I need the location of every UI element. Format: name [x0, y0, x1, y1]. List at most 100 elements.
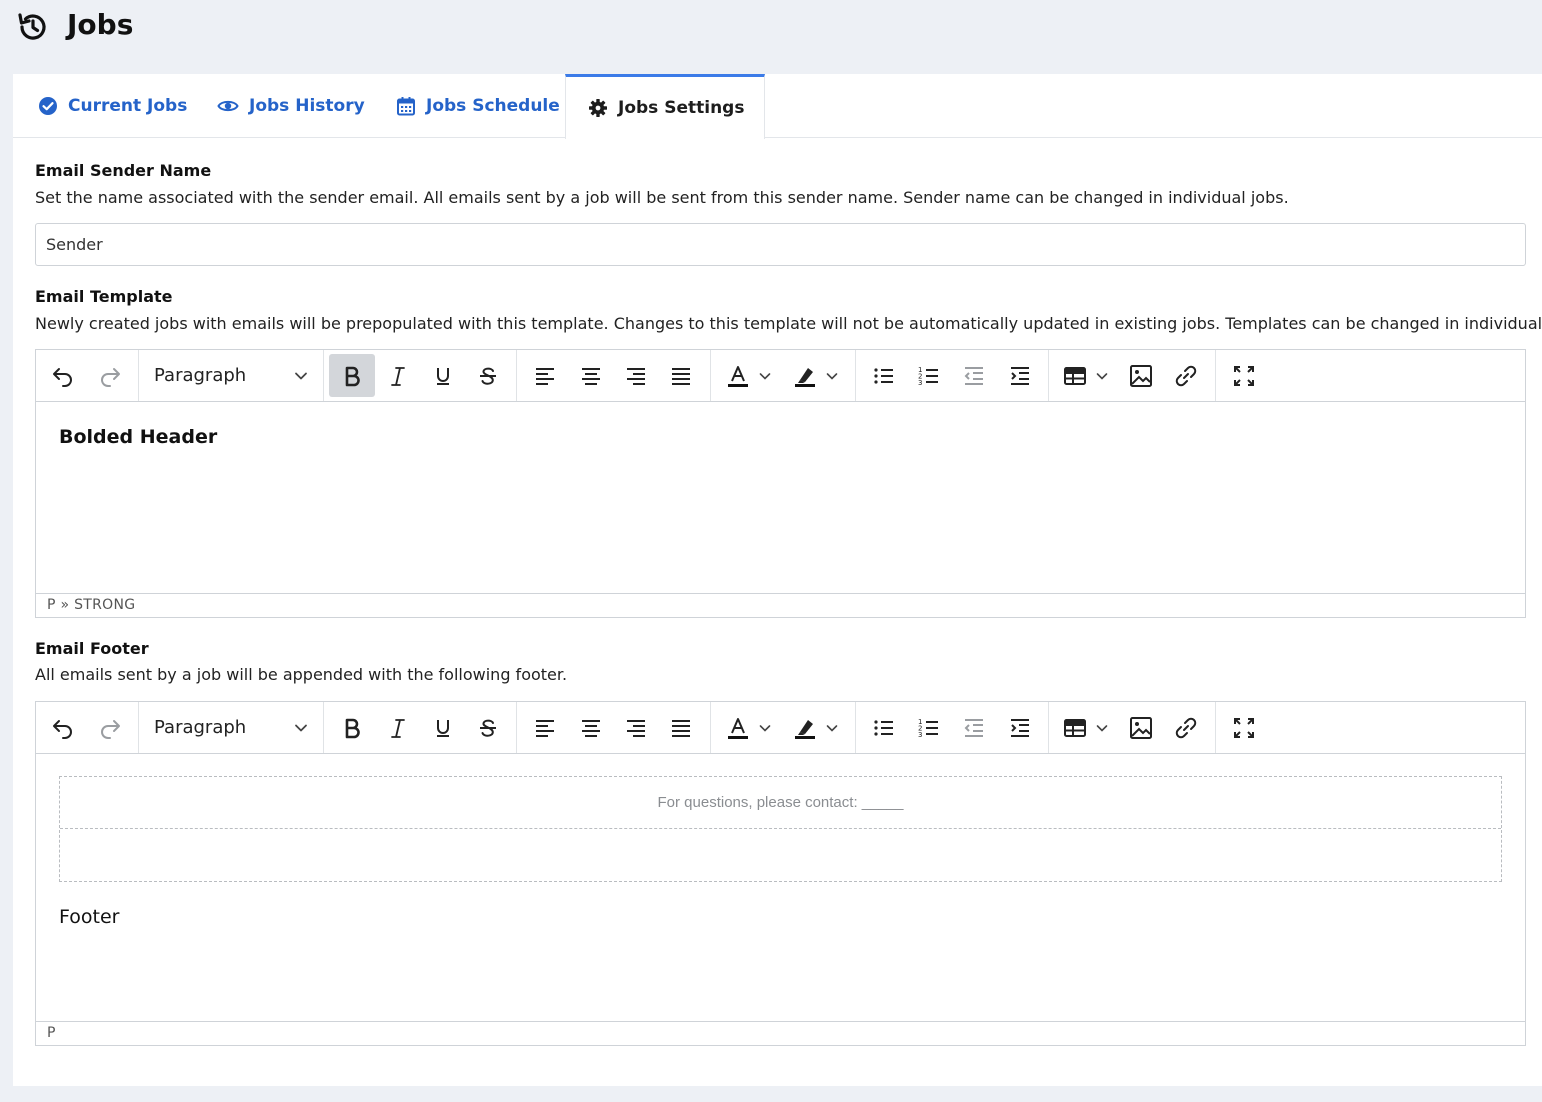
footer-editor: Paragraph 1 2 3 For questions, please co…	[35, 701, 1526, 1046]
template-content-area[interactable]: Bolded Header	[36, 402, 1525, 594]
underline-icon	[437, 719, 449, 737]
highlight-color-button[interactable]	[792, 354, 838, 397]
highlighter-icon	[795, 719, 815, 739]
bullet-list-button[interactable]	[861, 354, 907, 397]
table-icon	[1064, 718, 1086, 737]
footer-table[interactable]: For questions, please contact: _____	[59, 776, 1502, 882]
redo-icon	[101, 719, 120, 739]
page-title: Jobs	[67, 8, 134, 41]
chevron-down-icon	[759, 372, 771, 380]
align-justify-button[interactable]	[658, 706, 704, 749]
tab-label: Jobs Settings	[618, 98, 745, 118]
bullet-list-button[interactable]	[861, 706, 907, 749]
redo-button[interactable]	[87, 706, 133, 749]
highlight-color-button[interactable]	[792, 706, 838, 749]
underline-button[interactable]	[420, 354, 466, 397]
template-editor: Paragraph 1 2 3 Bolded Header P » STRONG	[35, 349, 1526, 618]
numbered-list-icon: 123	[918, 366, 938, 387]
table-button[interactable]	[1062, 706, 1108, 749]
table-icon	[1064, 366, 1086, 385]
outdent-icon	[964, 366, 983, 385]
align-center-button[interactable]	[568, 354, 614, 397]
align-right-button[interactable]	[613, 354, 659, 397]
indent-icon	[1011, 718, 1029, 737]
align-left-button[interactable]	[522, 354, 568, 397]
undo-icon	[53, 367, 72, 387]
underline-button[interactable]	[420, 706, 466, 749]
insert-link-button[interactable]	[1163, 354, 1209, 397]
align-right-icon	[627, 367, 645, 385]
check-circle-icon	[39, 97, 57, 115]
redo-button[interactable]	[87, 354, 133, 397]
align-center-button[interactable]	[568, 706, 614, 749]
align-justify-button[interactable]	[658, 354, 704, 397]
indent-button[interactable]	[997, 706, 1043, 749]
sender-name-description: Set the name associated with the sender …	[35, 188, 1289, 207]
bullet-list-icon	[874, 367, 893, 384]
align-center-icon	[582, 367, 600, 385]
svg-text:3: 3	[918, 731, 922, 739]
align-right-button[interactable]	[613, 706, 659, 749]
insert-image-button[interactable]	[1118, 706, 1164, 749]
italic-button[interactable]	[375, 354, 421, 397]
align-left-button[interactable]	[522, 706, 568, 749]
eye-icon	[217, 100, 239, 112]
tab-bar: Current Jobs Jobs History Jobs Schedule …	[13, 74, 1542, 139]
outdent-icon	[964, 718, 983, 737]
tab-jobs-settings[interactable]: Jobs Settings	[565, 74, 766, 139]
bold-button[interactable]	[329, 354, 375, 397]
insert-link-button[interactable]	[1163, 706, 1209, 749]
fullscreen-button[interactable]	[1221, 354, 1267, 397]
align-justify-icon	[672, 367, 690, 385]
link-icon	[1175, 365, 1197, 386]
footer-table-cell[interactable]: For questions, please contact: _____	[60, 777, 1501, 829]
text-color-button[interactable]	[725, 354, 771, 397]
page-header: Jobs	[0, 0, 1542, 56]
italic-icon	[391, 366, 405, 386]
footer-element-path: P	[36, 1021, 1525, 1045]
numbered-list-button[interactable]: 123	[906, 706, 952, 749]
fullscreen-icon	[1234, 717, 1254, 738]
strikethrough-icon	[480, 719, 496, 737]
strikethrough-button[interactable]	[465, 354, 511, 397]
template-title: Email Template	[35, 287, 173, 306]
chevron-down-icon	[826, 372, 838, 380]
sender-name-input[interactable]	[35, 223, 1526, 266]
table-button[interactable]	[1062, 354, 1108, 397]
footer-description: All emails sent by a job will be appende…	[35, 665, 568, 684]
bold-button[interactable]	[329, 706, 375, 749]
italic-icon	[391, 718, 405, 738]
strikethrough-button[interactable]	[465, 706, 511, 749]
footer-content-area[interactable]: For questions, please contact: _____ Foo…	[36, 754, 1525, 1022]
tab-jobs-schedule[interactable]: Jobs Schedule	[396, 74, 560, 138]
block-format-value: Paragraph	[154, 365, 247, 386]
bold-icon	[345, 366, 360, 386]
template-bold-header: Bolded Header	[59, 426, 218, 448]
align-center-icon	[582, 719, 600, 737]
indent-icon	[1011, 366, 1029, 385]
numbered-list-button[interactable]: 123	[906, 354, 952, 397]
italic-button[interactable]	[375, 706, 421, 749]
chevron-down-icon	[1096, 372, 1108, 380]
text-color-button[interactable]	[725, 706, 771, 749]
history-icon	[18, 13, 46, 40]
tab-label: Jobs History	[249, 96, 365, 116]
bullet-list-icon	[874, 719, 893, 736]
outdent-button[interactable]	[951, 354, 997, 397]
undo-button[interactable]	[40, 354, 86, 397]
redo-icon	[101, 367, 120, 387]
block-format-select[interactable]: Paragraph	[138, 706, 322, 749]
image-icon	[1130, 364, 1152, 387]
highlighter-icon	[795, 367, 815, 387]
undo-button[interactable]	[40, 706, 86, 749]
tab-jobs-history[interactable]: Jobs History	[217, 74, 365, 138]
block-format-select[interactable]: Paragraph	[138, 354, 322, 397]
insert-image-button[interactable]	[1118, 354, 1164, 397]
tab-current-jobs[interactable]: Current Jobs	[38, 74, 187, 138]
settings-card: Current Jobs Jobs History Jobs Schedule …	[13, 74, 1542, 1086]
footer-toolbar: Paragraph 1 2 3	[36, 702, 1525, 754]
fullscreen-button[interactable]	[1221, 706, 1267, 749]
chevron-down-icon	[826, 724, 838, 732]
outdent-button[interactable]	[951, 706, 997, 749]
indent-button[interactable]	[997, 354, 1043, 397]
